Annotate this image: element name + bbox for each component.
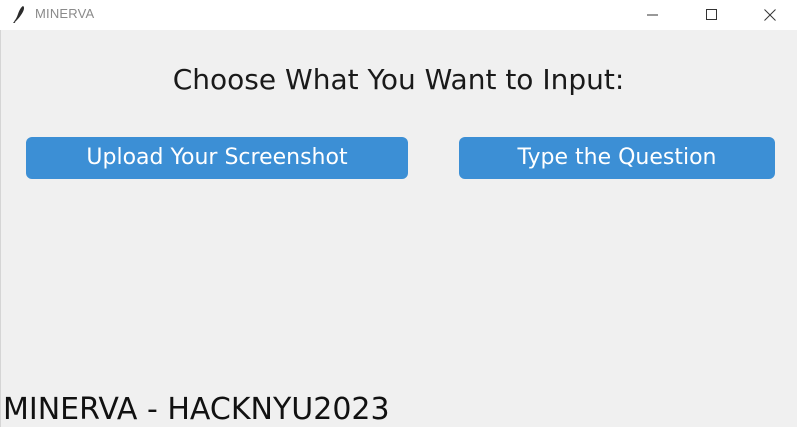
close-icon [764, 9, 776, 21]
title-bar[interactable]: MINERVA [0, 0, 797, 30]
close-button[interactable] [747, 0, 793, 30]
type-question-button[interactable]: Type the Question [459, 137, 775, 179]
upload-screenshot-button[interactable]: Upload Your Screenshot [26, 137, 408, 179]
client-area: Choose What You Want to Input: Upload Yo… [0, 30, 797, 427]
window-title: MINERVA [35, 6, 95, 21]
minimize-button[interactable] [630, 0, 676, 30]
feather-icon [12, 5, 28, 24]
minimize-icon [647, 9, 659, 21]
footer-label: MINERVA - HACKNYU2023 [3, 392, 390, 427]
maximize-icon [706, 9, 718, 21]
page-title: Choose What You Want to Input: [172, 63, 625, 96]
maximize-button[interactable] [689, 0, 735, 30]
app-window: MINERVA Choose What You Want to Input: U… [0, 0, 797, 427]
